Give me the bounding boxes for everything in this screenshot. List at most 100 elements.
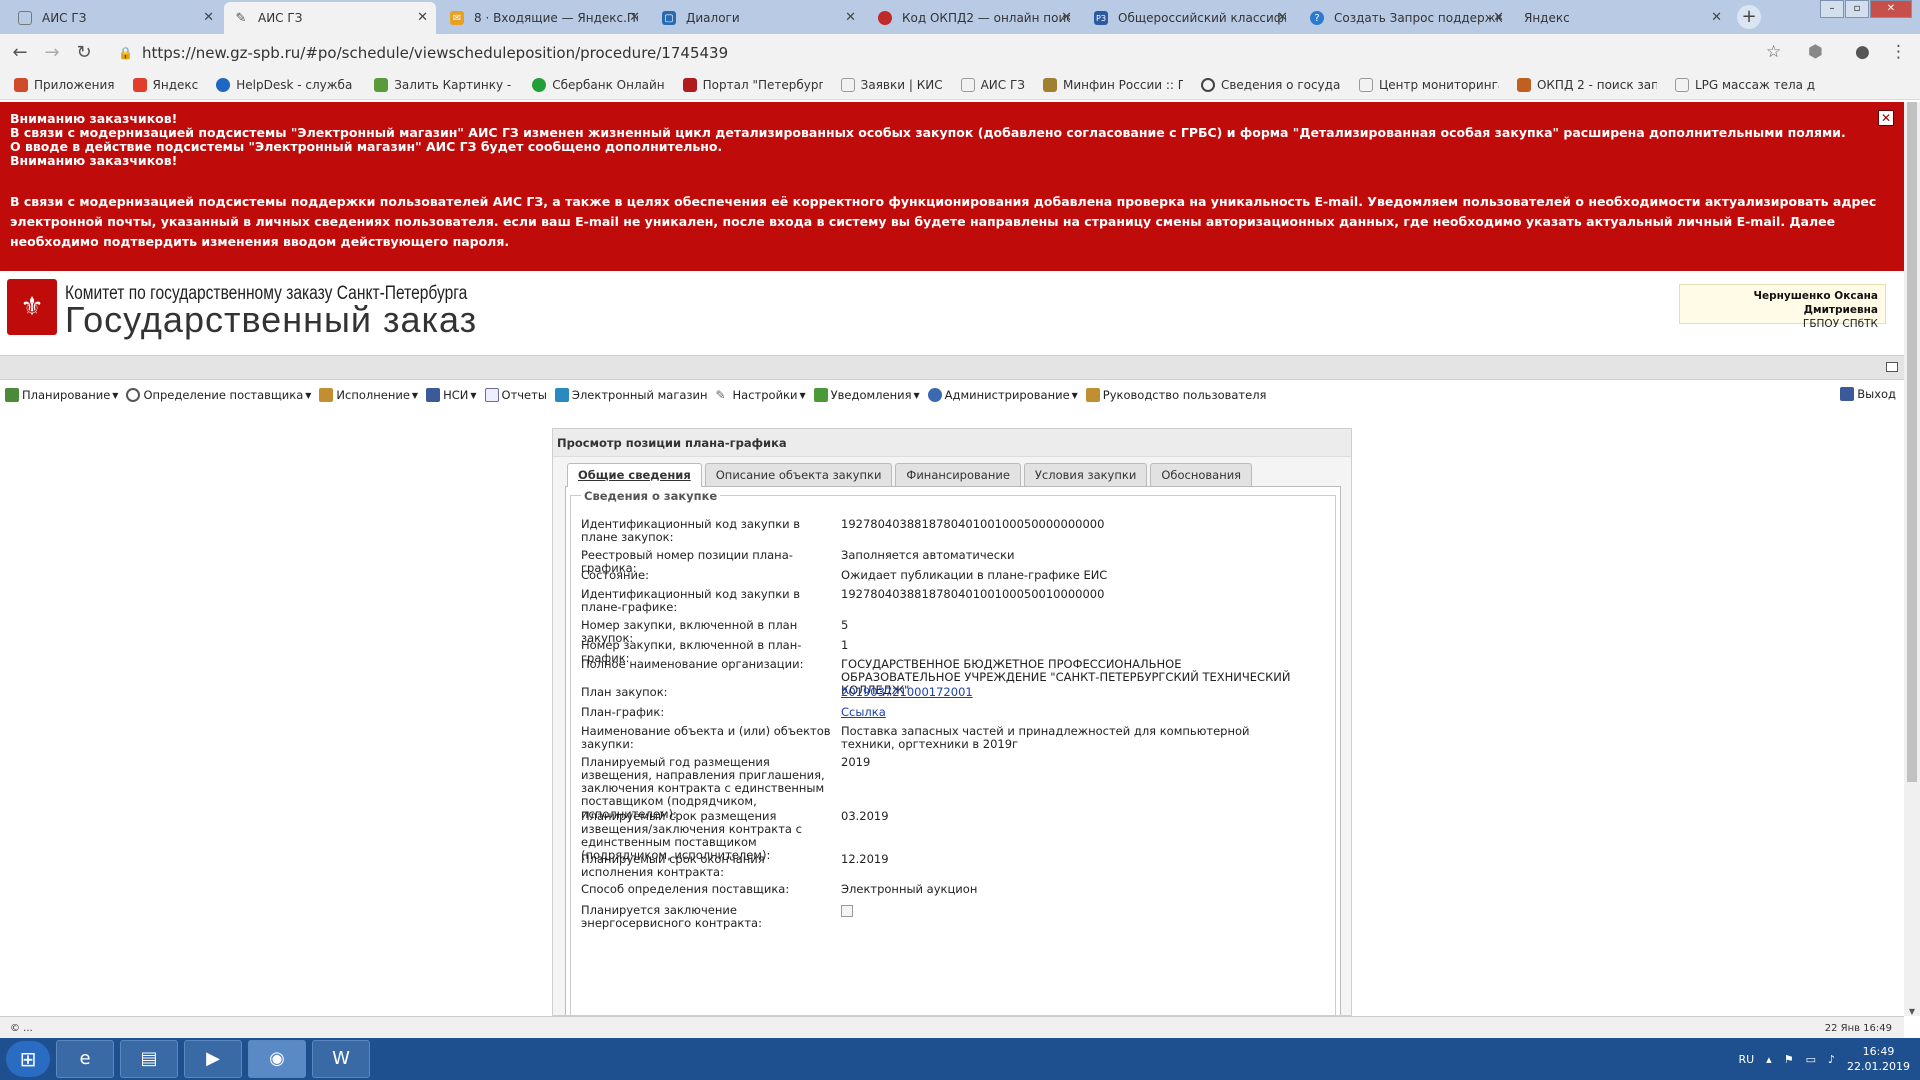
- bookmark-item[interactable]: ОКПД 2 - поиск запр: [1516, 77, 1657, 92]
- field-label: Идентификационный код закупки в плане-гр…: [581, 587, 801, 614]
- tab-conditions[interactable]: Условия закупки: [1023, 463, 1148, 486]
- new-tab-button[interactable]: +: [1737, 5, 1761, 29]
- energy-service-checkbox[interactable]: [841, 904, 853, 917]
- tab-object-description[interactable]: Описание объекта закупки: [704, 463, 893, 486]
- close-icon[interactable]: ✕: [1277, 10, 1288, 25]
- close-icon[interactable]: ✕: [1061, 10, 1072, 25]
- browser-tab-5[interactable]: Код ОКПД2 — онлайн поиск ✕: [868, 2, 1080, 34]
- system-tray: RU ▴ ⚑ ▭ ♪ 16:49 22.01.2019: [1738, 1038, 1910, 1080]
- menu-supplier[interactable]: Определение поставщика ▼: [126, 388, 311, 402]
- bookmark-item[interactable]: Залить Картинку - За: [374, 77, 514, 92]
- clock[interactable]: 16:49 22.01.2019: [1847, 1044, 1910, 1074]
- media-player-icon[interactable]: ▶: [184, 1040, 242, 1078]
- menu-label: Электронный магазин: [571, 388, 708, 402]
- close-icon[interactable]: ✕: [629, 10, 640, 25]
- close-icon[interactable]: ✕: [1711, 10, 1722, 25]
- page-scrollbar[interactable]: ▼: [1904, 102, 1920, 1016]
- site-header: ⚜ Комитет по государственному заказу Сан…: [0, 271, 1904, 355]
- language-indicator[interactable]: RU: [1738, 1053, 1754, 1066]
- extension-icon[interactable]: ⬢: [1808, 42, 1823, 62]
- menu-eshop[interactable]: Электронный магазин: [554, 388, 708, 402]
- minimize-window-button[interactable]: –: [1820, 0, 1844, 18]
- scroll-down-icon[interactable]: ▼: [1904, 1007, 1920, 1016]
- address-bar[interactable]: 🔒 https://new.gz-spb.ru/#po/schedule/vie…: [110, 41, 1780, 65]
- bookmark-label: Приложения: [34, 77, 115, 92]
- menu-execution[interactable]: Исполнение ▼: [319, 388, 418, 402]
- yandex-icon: [132, 77, 147, 92]
- menu-settings[interactable]: ✎ Настройки ▼: [716, 388, 806, 402]
- browser-menu-icon[interactable]: ⋮: [1890, 42, 1907, 62]
- collapse-icon[interactable]: [1886, 362, 1898, 372]
- reload-button[interactable]: ↻: [74, 42, 94, 63]
- tab-title: Диалоги: [686, 11, 740, 25]
- field-value: 2019: [841, 755, 871, 769]
- bookmark-item[interactable]: Сбербанк Онлайн: [532, 77, 665, 92]
- flag-icon[interactable]: ⚑: [1784, 1053, 1794, 1066]
- doc-icon: ✎: [235, 10, 247, 26]
- bookmark-item[interactable]: Заявки | КИС: [840, 77, 943, 92]
- word-icon[interactable]: W: [312, 1040, 370, 1078]
- windows-start-button[interactable]: ⊞: [6, 1041, 50, 1077]
- alert-heading: Вниманию заказчиков!: [10, 153, 178, 168]
- browser-tab-7[interactable]: ? Создать Запрос поддержки ✕: [1300, 2, 1512, 34]
- browser-tab-3[interactable]: ✉ 8 · Входящие — Яндекс.Почта ✕: [440, 2, 648, 34]
- schedule-link[interactable]: Ссылка: [841, 705, 886, 719]
- menu-user-guide[interactable]: Руководство пользователя: [1085, 388, 1266, 402]
- field-label: Наименование объекта и (или) объектов за…: [581, 724, 831, 751]
- browser-tab-1[interactable]: АИС ГЗ ✕: [8, 2, 222, 34]
- bookmark-label: ОКПД 2 - поиск запр: [1536, 77, 1657, 92]
- bookmark-item[interactable]: Портал "Петербург: [682, 77, 823, 92]
- bookmark-label: Яндекс: [152, 77, 199, 92]
- bookmark-item[interactable]: АИС ГЗ: [960, 77, 1025, 92]
- close-window-button[interactable]: ✕: [1870, 0, 1912, 18]
- bookmark-item[interactable]: Центр мониторинга: [1358, 77, 1499, 92]
- browser-tab-bar: АИС ГЗ ✕ ✎ АИС ГЗ ✕ ✉ 8 · Входящие — Янд…: [0, 0, 1920, 34]
- bookmark-item[interactable]: Приложения: [14, 77, 115, 92]
- close-icon[interactable]: ✕: [1878, 110, 1894, 126]
- rz-icon: РЗ: [1094, 11, 1108, 25]
- close-icon[interactable]: ✕: [845, 10, 856, 25]
- field-label: План-график:: [581, 705, 665, 719]
- browser-tab-4[interactable]: ▢ Диалоги ✕: [652, 2, 864, 34]
- chevron-down-icon: ▼: [470, 390, 477, 400]
- maximize-window-button[interactable]: ▫: [1845, 0, 1869, 18]
- bookmark-item[interactable]: Яндекс: [132, 77, 199, 92]
- field-value: 1: [841, 638, 849, 652]
- bookmark-item[interactable]: LPG массаж тела дл: [1674, 77, 1815, 92]
- tab-financing[interactable]: Финансирование: [895, 463, 1021, 486]
- profile-icon[interactable]: ●: [1855, 42, 1870, 62]
- user-name: Чернушенко Оксана Дмитриевна: [1753, 290, 1878, 316]
- status-bar: © ... 22 Янв 16:49: [0, 1016, 1904, 1038]
- browser-tab-8[interactable]: Яндекс ✕: [1514, 2, 1730, 34]
- ie-icon[interactable]: e: [56, 1040, 114, 1078]
- volume-icon[interactable]: ♪: [1828, 1053, 1835, 1066]
- user-info[interactable]: Чернушенко Оксана Дмитриевна ГБПОУ СПбТК: [1679, 284, 1886, 330]
- close-icon[interactable]: ✕: [417, 10, 428, 25]
- forward-button[interactable]: →: [42, 42, 62, 63]
- bookmark-item[interactable]: HelpDesk - служба т: [216, 77, 356, 92]
- bookmark-star-icon[interactable]: ☆: [1766, 42, 1781, 62]
- menu-reports[interactable]: Отчеты: [484, 388, 547, 402]
- menu-planning[interactable]: Планирование ▼: [5, 388, 118, 402]
- close-icon[interactable]: ✕: [1493, 10, 1504, 25]
- back-button[interactable]: ←: [10, 42, 30, 63]
- menu-notifications[interactable]: Уведомления ▼: [813, 388, 920, 402]
- procurement-plan-link[interactable]: 201903721000172001: [841, 685, 973, 699]
- scrollbar-thumb[interactable]: [1907, 102, 1917, 782]
- network-icon[interactable]: ▭: [1806, 1053, 1816, 1066]
- browser-tab-6[interactable]: РЗ Общероссийский классификатор ✕: [1084, 2, 1296, 34]
- browser-tab-2[interactable]: ✎ АИС ГЗ ✕: [224, 2, 436, 34]
- tab-general[interactable]: Общие сведения: [567, 463, 702, 488]
- folder-icon[interactable]: ▤: [120, 1040, 178, 1078]
- logout-button[interactable]: Выход: [1840, 387, 1896, 401]
- help-icon: ?: [1310, 11, 1324, 25]
- field-value: Заполняется автоматически: [841, 548, 1015, 562]
- tray-arrow-icon[interactable]: ▴: [1766, 1053, 1772, 1066]
- bookmark-item[interactable]: Минфин России :: П: [1042, 77, 1183, 92]
- bookmark-item[interactable]: Сведения о государ: [1200, 77, 1341, 92]
- close-icon[interactable]: ✕: [203, 10, 214, 25]
- chrome-icon[interactable]: ◉: [248, 1040, 306, 1078]
- menu-administration[interactable]: Администрирование ▼: [927, 388, 1078, 402]
- tab-justification[interactable]: Обоснования: [1150, 463, 1253, 486]
- menu-nsi[interactable]: НСИ ▼: [426, 388, 477, 402]
